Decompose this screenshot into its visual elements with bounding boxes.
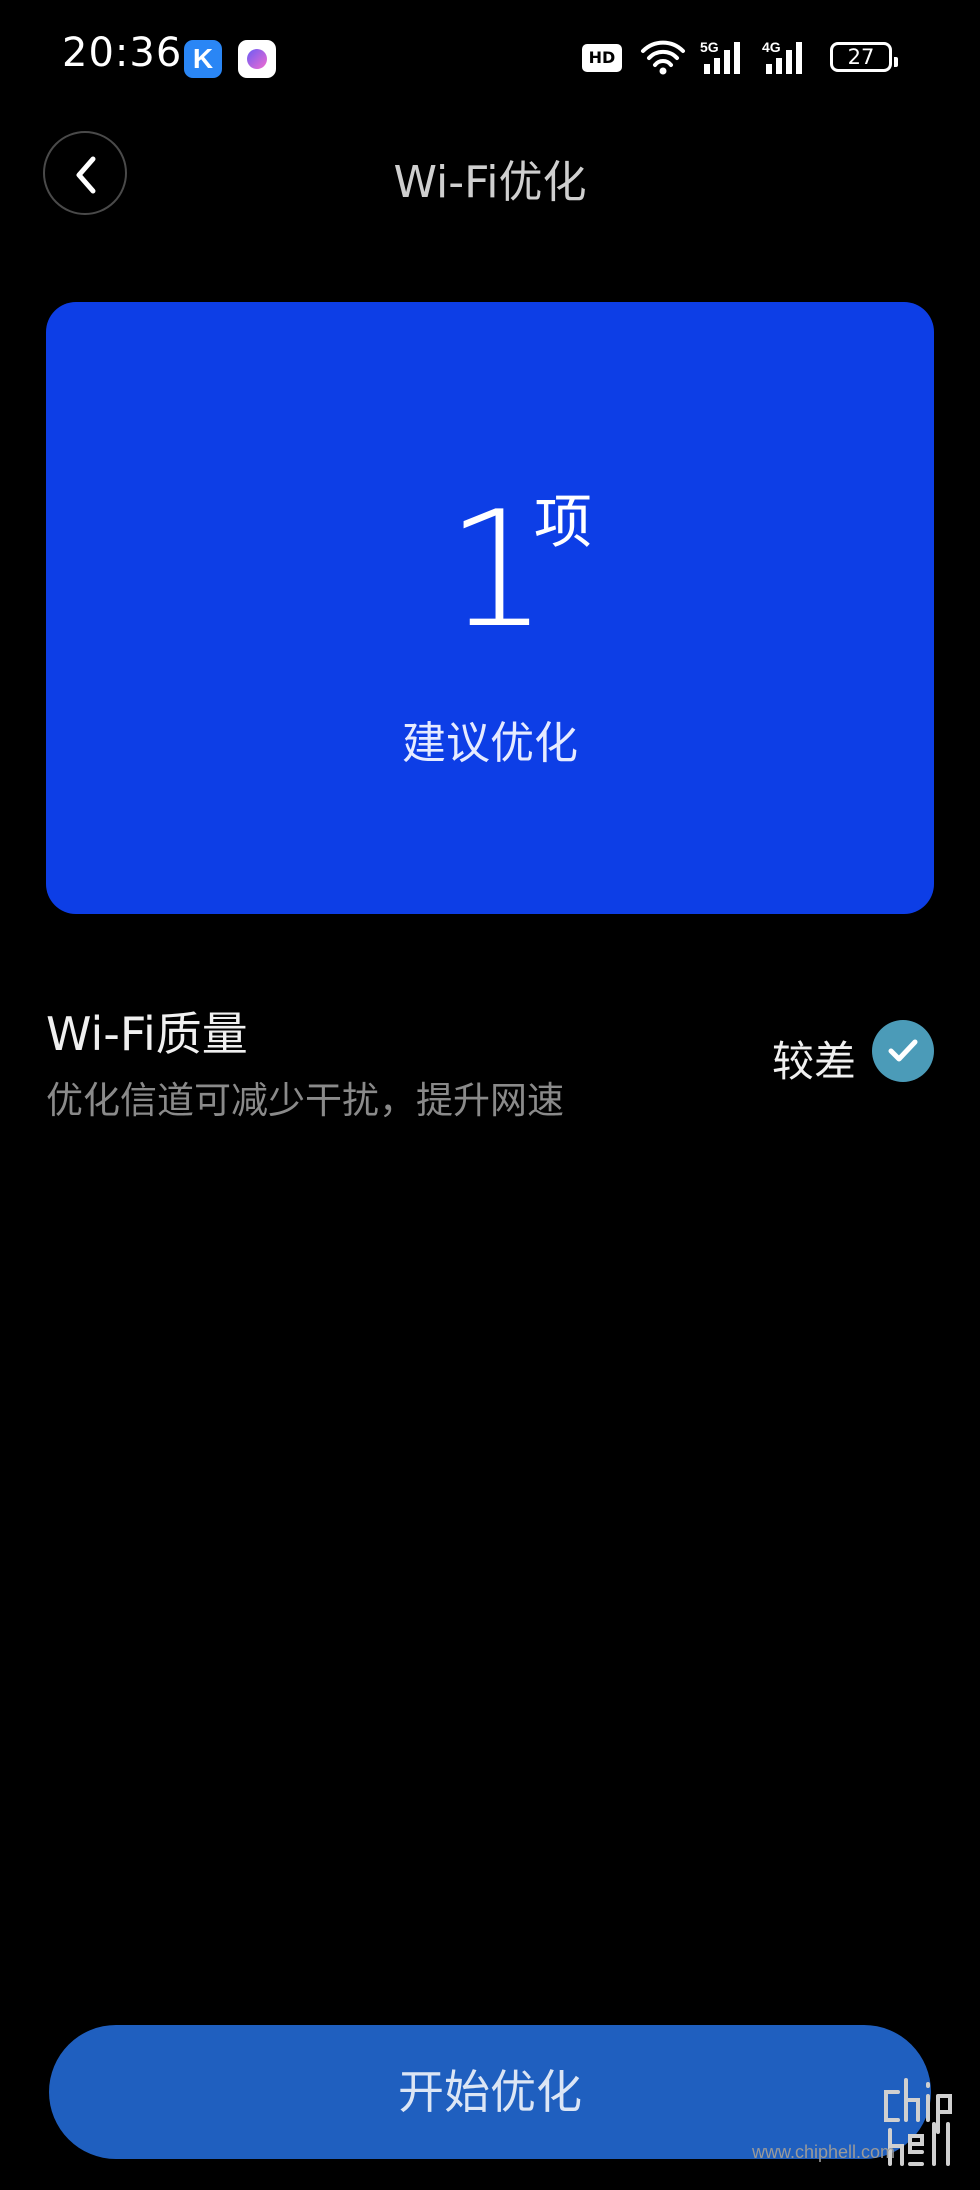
- check-icon[interactable]: [872, 1020, 934, 1082]
- summary-caption: 建议优化: [402, 718, 578, 769]
- bubble-app-icon: [238, 40, 276, 78]
- status-bar: 20:36 K HD 5G 4G 27: [0, 0, 980, 118]
- status-time: 20:36: [62, 30, 183, 76]
- list-item-wifi-quality[interactable]: Wi-Fi质量 优化信道可减少干扰，提升网速 较差: [46, 990, 934, 1140]
- battery-level: 27: [847, 45, 875, 69]
- svg-text:5G: 5G: [700, 39, 719, 55]
- start-optimization-button[interactable]: 开始优化: [49, 2025, 931, 2159]
- suggestion-count-number: 1: [446, 476, 548, 663]
- k-app-icon: K: [184, 40, 222, 78]
- quality-status-label: 较差: [771, 1037, 856, 1086]
- list-item-title: Wi-Fi质量: [46, 1007, 248, 1061]
- list-item-description: 优化信道可减少干扰，提升网速: [46, 1079, 564, 1122]
- svg-text:4G: 4G: [762, 39, 781, 55]
- suggestion-count: 1 项: [46, 490, 934, 690]
- battery-icon: 27: [830, 42, 898, 72]
- wifi-signal-icon: [641, 40, 685, 75]
- suggestion-count-unit: 项: [534, 488, 593, 556]
- cellular-5g-signal-icon: 5G: [700, 39, 740, 74]
- hd-voice-icon: HD: [582, 44, 622, 72]
- watermark-url: www.chiphell.com: [752, 2142, 896, 2162]
- page-title: Wi-Fi优化: [393, 157, 587, 208]
- cellular-4g-signal-icon: 4G: [762, 39, 802, 74]
- optimization-summary-card: 1 项 建议优化: [46, 302, 934, 914]
